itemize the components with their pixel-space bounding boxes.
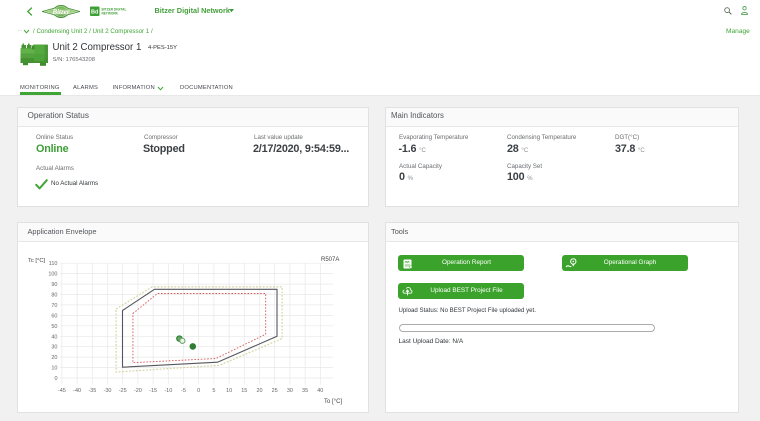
svg-text:R507A: R507A xyxy=(321,257,339,263)
svg-text:-5: -5 xyxy=(181,388,186,394)
svg-text:90: 90 xyxy=(51,282,57,288)
svg-text:10: 10 xyxy=(226,388,232,394)
svg-text:10: 10 xyxy=(51,366,57,372)
svg-text:Bitzer: Bitzer xyxy=(51,8,69,16)
svg-text:50: 50 xyxy=(51,324,57,330)
svg-text:30: 30 xyxy=(287,388,293,394)
svg-text:15: 15 xyxy=(241,388,247,394)
svg-text:80: 80 xyxy=(51,293,57,299)
svg-text:-30: -30 xyxy=(104,388,112,394)
svg-text:110: 110 xyxy=(49,261,58,267)
svg-text:Bd: Bd xyxy=(91,9,98,15)
svg-text:5: 5 xyxy=(212,388,215,394)
svg-text:-45: -45 xyxy=(58,388,66,394)
svg-text:To [°C]: To [°C] xyxy=(324,399,342,405)
svg-text:0: 0 xyxy=(54,376,57,382)
svg-text:-40: -40 xyxy=(73,388,81,394)
svg-text:NETWORK: NETWORK xyxy=(102,11,119,15)
svg-text:-15: -15 xyxy=(149,388,157,394)
svg-text:60: 60 xyxy=(51,313,57,319)
svg-text:-20: -20 xyxy=(134,388,142,394)
svg-text:35: 35 xyxy=(302,388,308,394)
svg-text:0: 0 xyxy=(197,388,200,394)
svg-text:100: 100 xyxy=(48,272,57,278)
svg-text:-25: -25 xyxy=(119,388,127,394)
svg-text:20: 20 xyxy=(256,388,262,394)
svg-text:40: 40 xyxy=(51,334,57,340)
svg-text:30: 30 xyxy=(51,345,57,351)
svg-text:70: 70 xyxy=(51,303,57,309)
svg-text:25: 25 xyxy=(272,388,278,394)
svg-text:40: 40 xyxy=(317,388,323,394)
svg-text:20: 20 xyxy=(51,355,57,361)
svg-text:-35: -35 xyxy=(88,388,96,394)
svg-text:-10: -10 xyxy=(164,388,172,394)
svg-text:Tc [°C]: Tc [°C] xyxy=(28,258,46,264)
